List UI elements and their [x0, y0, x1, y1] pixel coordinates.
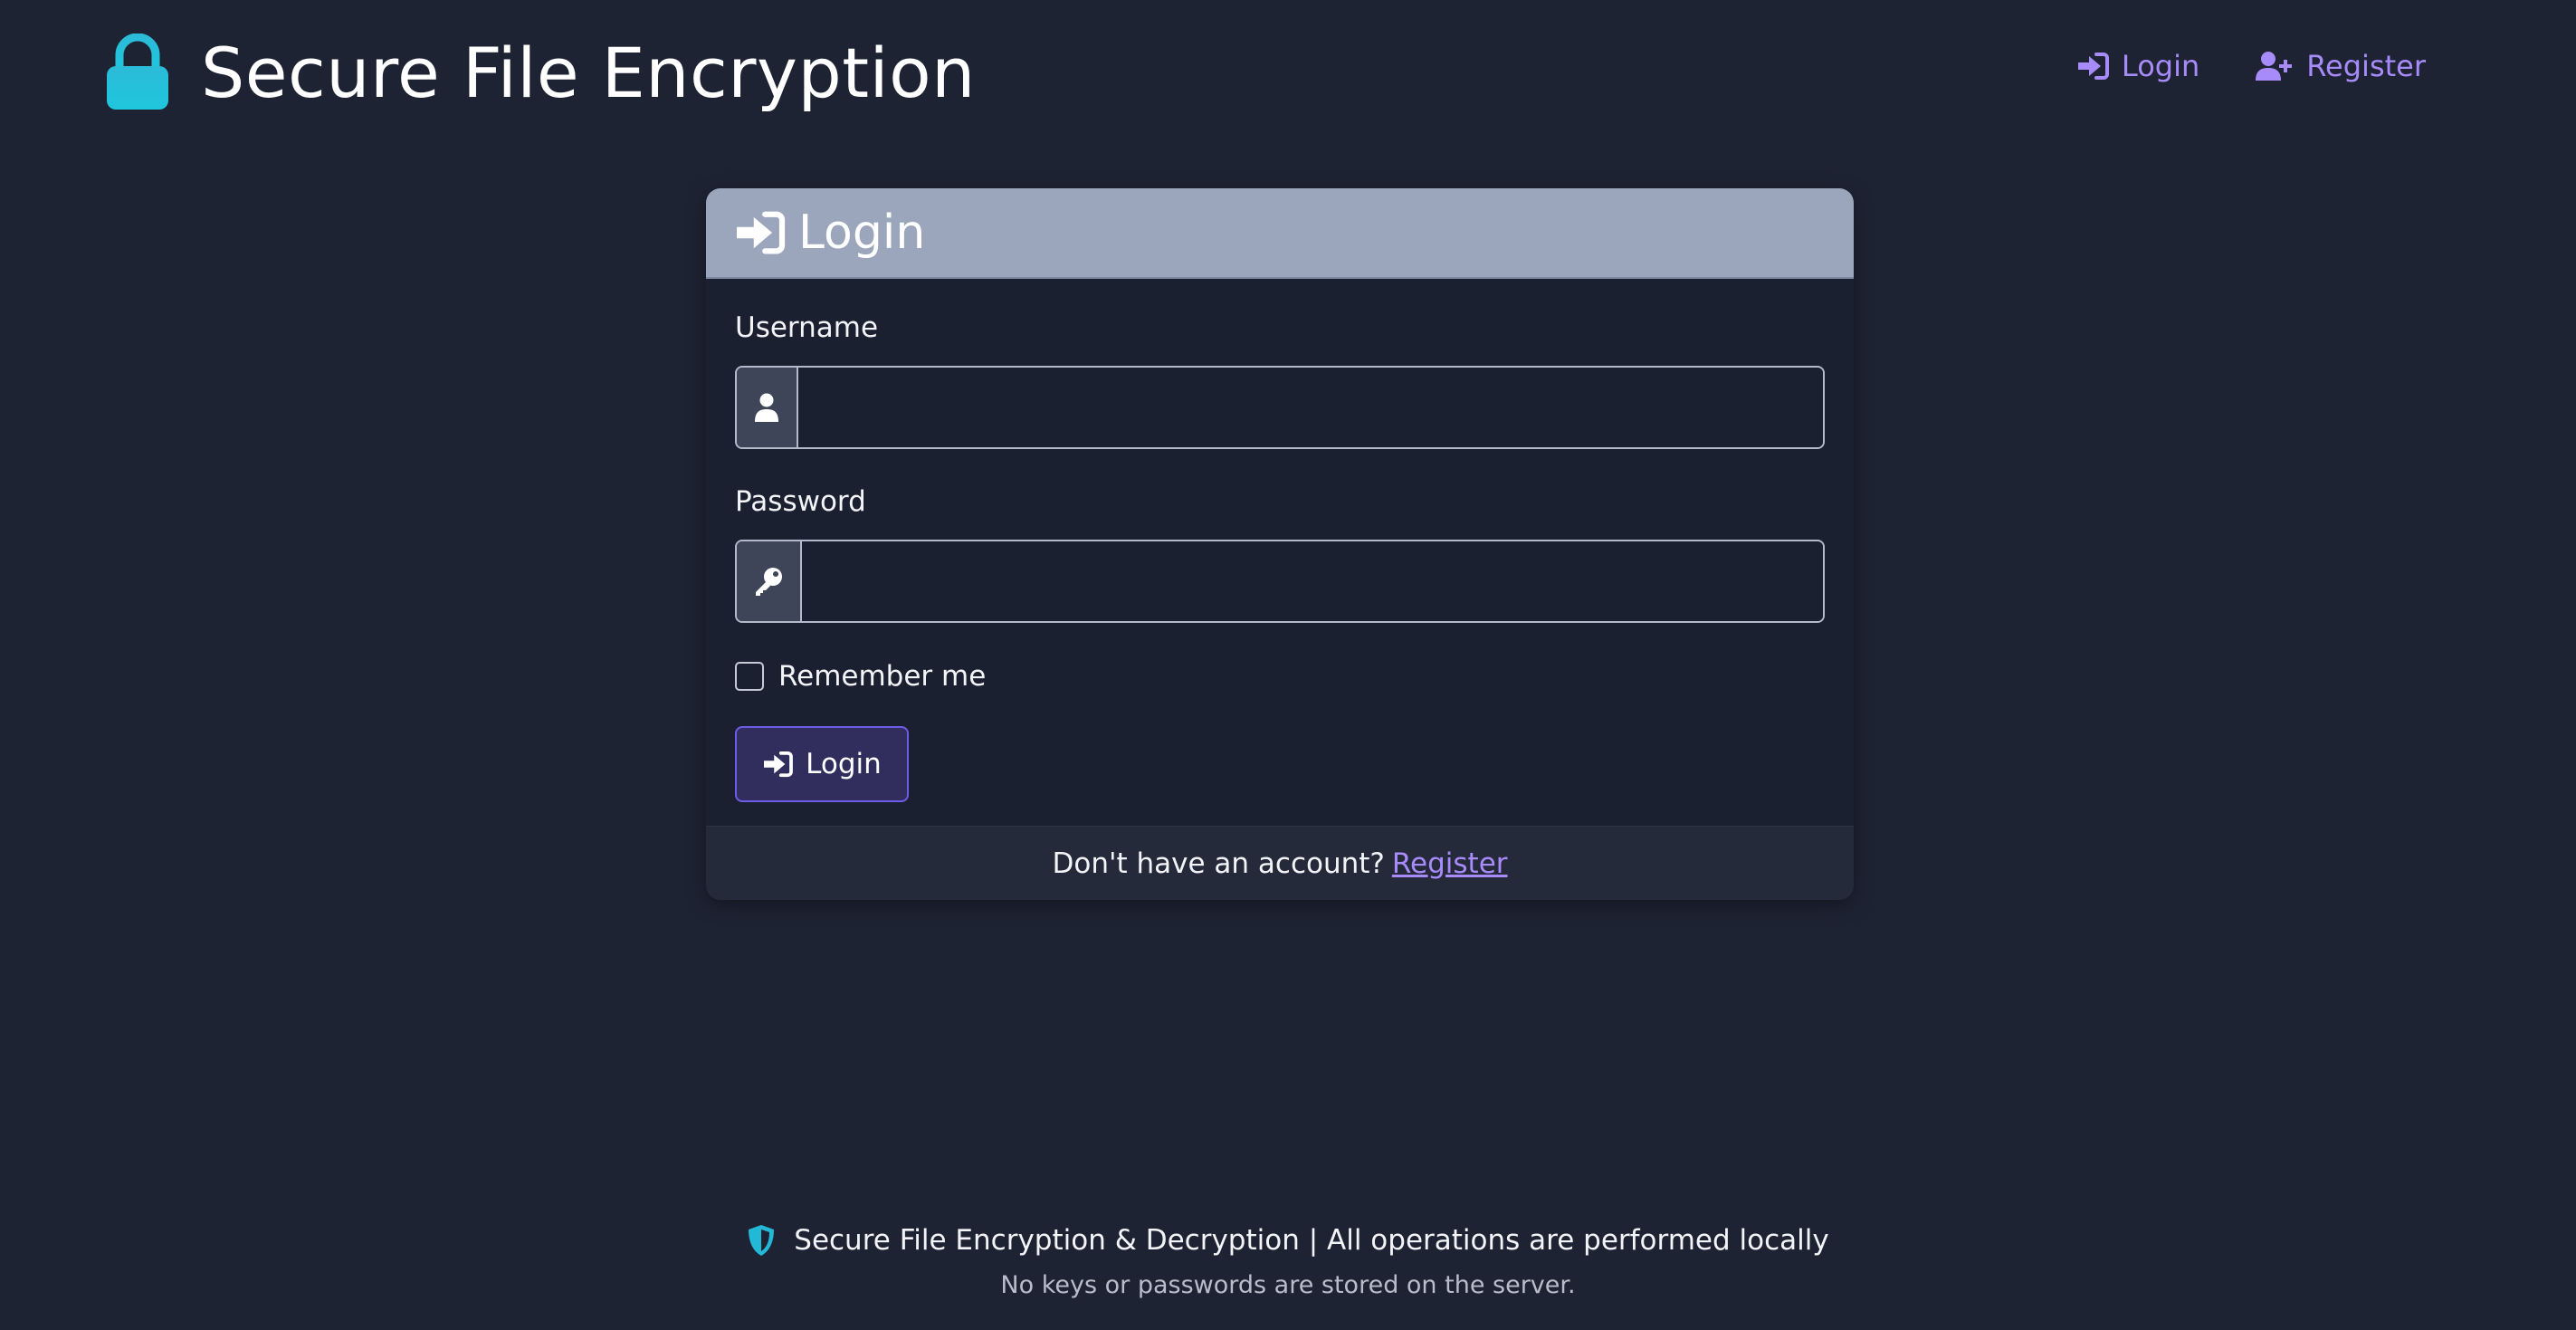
page-footer: Secure File Encryption & Decryption | Al… [0, 1220, 2576, 1299]
user-plus-icon [2256, 52, 2293, 81]
password-input[interactable] [802, 541, 1823, 621]
nav-login-label: Login [2121, 49, 2200, 83]
sign-in-icon [737, 211, 786, 254]
nav-register-label: Register [2306, 49, 2426, 83]
username-input[interactable] [798, 368, 1823, 447]
login-button[interactable]: Login [735, 726, 909, 802]
footer-main-text: Secure File Encryption & Decryption | Al… [794, 1224, 1829, 1257]
lock-icon [107, 33, 168, 110]
password-label: Password [735, 485, 866, 518]
app-title: Secure File Encryption [201, 32, 976, 113]
shield-icon [749, 1225, 775, 1256]
brand[interactable]: Secure File Encryption [105, 31, 976, 114]
footer-sub-text: No keys or passwords are stored on the s… [1000, 1271, 1576, 1299]
card-footer: Don't have an account? Register [706, 826, 1854, 900]
footer-line-1: Secure File Encryption & Decryption | Al… [0, 1220, 2576, 1260]
login-card: Login Username Password Remember me Logi… [706, 188, 1854, 900]
remember-label[interactable]: Remember me [778, 660, 986, 693]
card-title: Login [798, 206, 926, 260]
card-header: Login [706, 188, 1854, 279]
nav-register-link[interactable]: Register [2256, 49, 2426, 83]
app-header: Secure File Encryption Login Register [0, 0, 2576, 145]
login-form: Username Password Remember me Login [706, 279, 1854, 802]
password-addon [737, 541, 802, 621]
user-icon [755, 393, 778, 422]
login-button-label: Login [806, 748, 882, 780]
username-label: Username [735, 311, 879, 344]
sign-in-icon [2077, 53, 2109, 80]
top-nav: Login Register [2076, 49, 2426, 83]
key-icon [756, 568, 782, 596]
username-addon [737, 368, 798, 447]
password-group [735, 540, 1825, 623]
register-link[interactable]: Register [1392, 847, 1508, 880]
no-account-text: Don't have an account? [1052, 847, 1385, 880]
remember-checkbox[interactable] [735, 662, 764, 691]
nav-login-link[interactable]: Login [2076, 49, 2199, 83]
remember-row: Remember me [735, 659, 1825, 694]
username-group [735, 366, 1825, 449]
sign-in-icon [764, 751, 794, 778]
